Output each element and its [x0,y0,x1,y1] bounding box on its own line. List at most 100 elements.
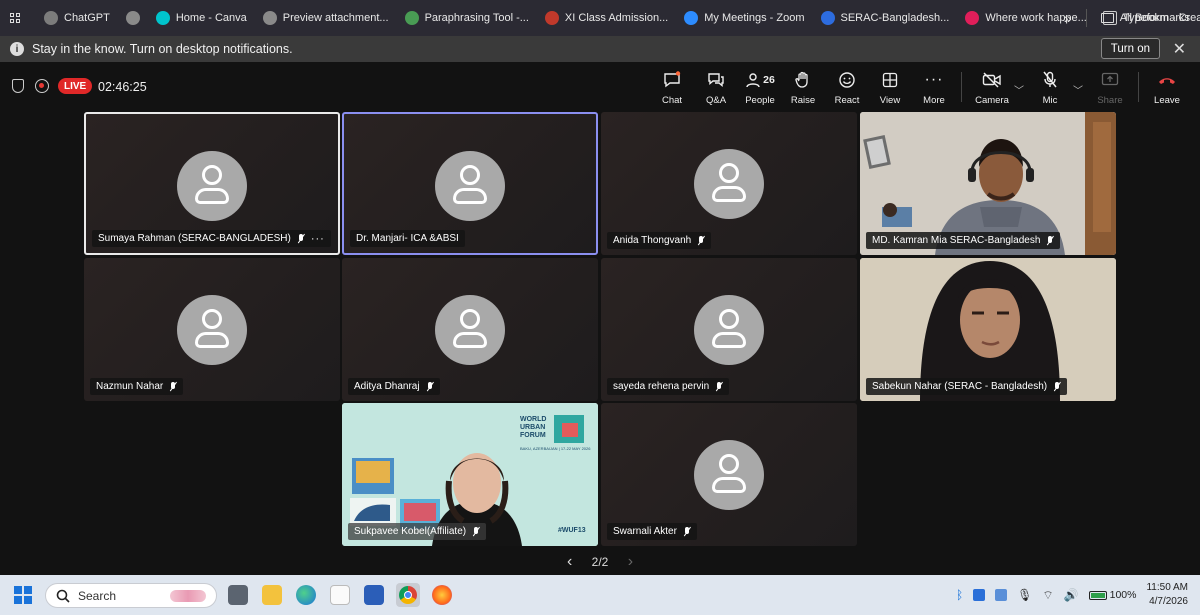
participant-name: MD. Kamran Mia SERAC-Bangladesh [872,235,1041,246]
share-screen-icon [1101,70,1119,90]
bookmark-item[interactable]: Home - Canva [148,4,255,32]
bookmark-item[interactable]: XI Class Admission... [537,4,676,32]
apps-grid-icon[interactable] [8,4,28,32]
bookmark-label: Home - Canva [175,12,247,24]
meeting-timer: 02:46:25 [98,80,147,94]
participant-name: Nazmun Nahar [96,381,164,392]
bookmark-item[interactable]: ChatGPT [36,4,118,32]
mic-muted-icon [472,526,480,537]
previous-page-chevron-icon[interactable]: ‹ [567,553,572,570]
wuf-line3: FORUM [520,432,546,439]
participant-tile[interactable]: Nazmun Nahar [84,258,340,401]
bookmarks-bar: ChatGPT Home - Canva Preview attachment...… [0,0,1200,36]
people-button[interactable]: 26 People [739,70,781,106]
participant-name-tag: MD. Kamran Mia SERAC-Bangladesh [866,232,1061,249]
more-button[interactable]: ··· More [914,70,954,106]
more-bookmarks-chevron-icon[interactable]: » [1064,10,1072,26]
react-button[interactable]: React [827,70,867,106]
bookmark-item[interactable]: Paraphrasing Tool -... [397,4,537,32]
taskbar-clock[interactable]: 11:50 AM 4/7/2026 [1146,581,1188,609]
all-bookmarks-button[interactable]: All Bookmarks [1100,12,1190,24]
word-icon[interactable] [364,585,384,605]
grid-view-icon [882,70,898,90]
battery-indicator[interactable]: 100% [1088,589,1136,601]
quillbot-icon [404,11,419,25]
zoom-icon [684,11,699,25]
qa-button[interactable]: Q&A [696,70,736,106]
chat-icon [663,70,681,90]
defender-icon[interactable] [973,589,986,601]
raise-label: Raise [790,95,816,106]
bookmark-item[interactable]: SERAC-Bangladesh... [813,4,958,32]
next-page-chevron-icon[interactable]: › [628,553,633,570]
wuf-line1: WORLD [520,416,547,423]
clock-time: 11:50 AM [1146,582,1188,593]
default-avatar-icon [694,295,764,365]
default-avatar-icon [694,149,764,219]
camera-label: Camera [975,95,1009,106]
bookmark-item[interactable]: My Meetings - Zoom [676,4,812,32]
search-placeholder: Search [78,588,117,603]
firefox-icon[interactable] [432,585,452,605]
taskbar-search[interactable]: Search [45,583,217,608]
raise-hand-button[interactable]: Raise [783,70,823,106]
participant-video-tile[interactable]: MD. Kamran Mia SERAC-Bangladesh [860,112,1116,255]
participant-name-tag: sayeda rehena pervin [607,378,730,395]
network-icon[interactable] [995,589,1008,601]
camera-button[interactable]: Camera [971,70,1013,106]
participant-name-tag: Aditya Dhanraj [348,378,440,395]
chat-button[interactable]: Chat [652,70,692,106]
search-icon [56,589,70,603]
participant-name: Sabekun Nahar (SERAC - Bangladesh) [872,381,1048,392]
microphone-icon[interactable]: 🎙 [1017,588,1032,602]
globe-icon [262,11,277,25]
participant-tile[interactable]: sayeda rehena pervin [601,258,857,401]
participant-tile[interactable]: Sumaya Rahman (SERAC-BANGLADESH) ··· [84,112,340,255]
participant-tile[interactable]: Dr. Manjari- ICA &ABSI [342,112,598,255]
task-view-icon[interactable] [228,585,248,605]
chrome-active-icon[interactable] [396,583,420,607]
live-badge: LIVE [58,78,93,94]
participant-tile[interactable]: Swarnali Akter [601,403,857,546]
recording-icon [35,79,49,93]
mic-muted-icon [297,233,305,244]
close-icon[interactable]: ✕ [1173,39,1186,59]
participant-tile[interactable]: Aditya Dhanraj [342,258,598,401]
volume-icon[interactable]: 🔊 [1064,588,1079,602]
windows-start-icon[interactable] [14,586,32,604]
view-button[interactable]: View [870,70,910,106]
people-count: 26 [763,74,775,86]
edge-icon[interactable] [296,585,316,605]
bookmark-label: SERAC-Bangladesh... [840,12,950,24]
file-explorer-icon[interactable] [262,585,282,605]
more-options-icon[interactable]: ··· [311,233,325,245]
battery-icon [1088,590,1107,600]
bluetooth-icon[interactable]: ᛒ [956,588,963,602]
leave-button[interactable]: Leave [1147,70,1187,106]
canva-icon [155,11,170,25]
toolbar-divider [1138,72,1139,102]
store-icon[interactable] [330,585,350,605]
wuf-hashtag: #WUF13 [558,527,586,534]
mic-options-chevron-icon[interactable]: ﹀ [1073,82,1083,97]
wuf-logo-text: WORLD URBAN FORUM [520,416,546,440]
folder-icon [1100,13,1114,23]
shield-icon[interactable] [12,79,24,93]
participant-video-tile[interactable]: WORLD URBAN FORUM BAKU, AZERBAIJAN | 17-… [342,403,598,546]
globe-icon [125,11,140,25]
mic-off-icon [1042,70,1058,90]
participant-video-tile[interactable]: Sabekun Nahar (SERAC - Bangladesh) [860,258,1116,401]
people-icon: 26 [745,70,775,90]
bookmark-item[interactable] [118,4,148,32]
qa-label: Q&A [705,95,727,106]
default-avatar-icon [435,295,505,365]
camera-options-chevron-icon[interactable]: ﹀ [1014,82,1024,97]
mic-button[interactable]: Mic [1030,70,1070,106]
share-button[interactable]: Share [1090,70,1130,106]
default-avatar-icon [177,295,247,365]
wifi-icon[interactable]: ⌔ [1042,588,1053,603]
windows-taskbar: Search ᛒ 🎙 ⌔ 🔊 100% 11:50 AM 4/7/2026 [0,575,1200,615]
bookmark-item[interactable]: Preview attachment... [255,4,397,32]
turn-on-notifications-button[interactable]: Turn on [1100,38,1160,59]
participant-tile[interactable]: Anida Thongvanh [601,112,857,255]
